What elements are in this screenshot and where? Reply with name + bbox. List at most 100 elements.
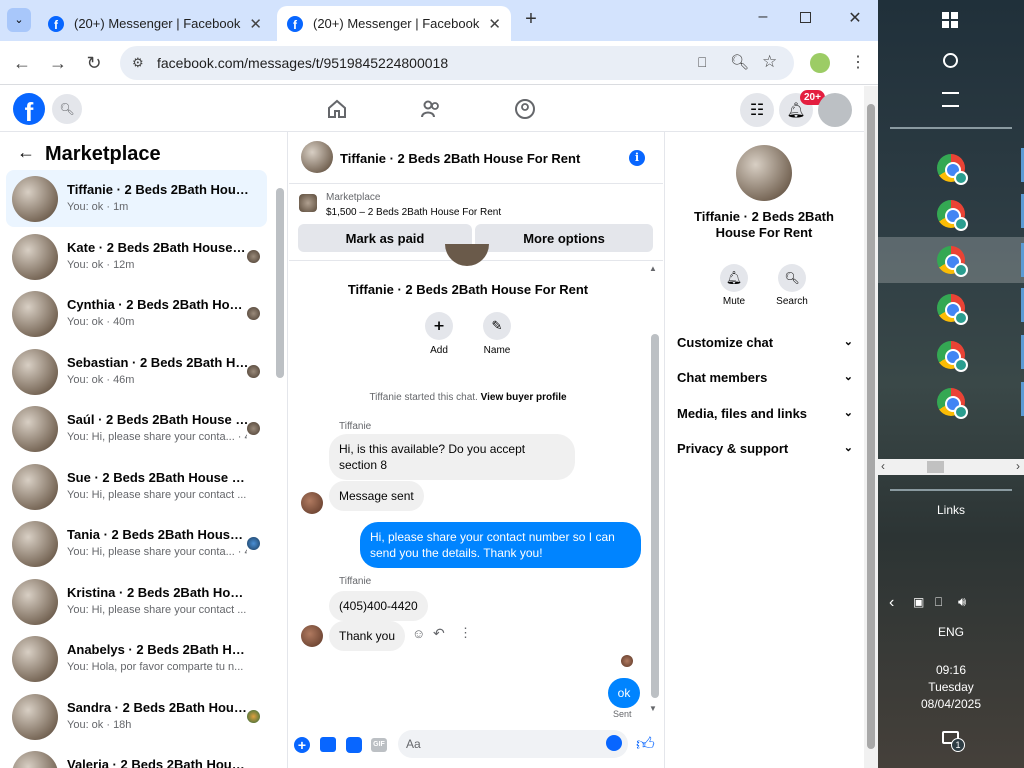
chrome-taskbar-button[interactable]	[878, 194, 1024, 234]
message-bubble-outgoing[interactable]: Hi, please share your contact number so …	[360, 522, 641, 568]
add-person-icon[interactable]: ➕︎	[425, 312, 453, 340]
bookmark-star-icon[interactable]: ☆	[762, 52, 777, 72]
forward-icon[interactable]: →	[46, 51, 70, 75]
meet-now-icon[interactable]: ▣	[913, 595, 924, 609]
new-tab-button[interactable]: +	[520, 8, 542, 30]
listing-thumbnail[interactable]	[299, 194, 317, 212]
conversation-item[interactable]: Kate · 2 Beds 2Bath House For Rent You: …	[6, 228, 267, 285]
attach-photo-icon[interactable]	[320, 737, 336, 752]
react-emoji-icon[interactable]: ☺	[412, 626, 425, 641]
tab-close-icon[interactable]: ✕	[249, 15, 262, 33]
page-scrollbar[interactable]	[864, 86, 878, 768]
more-options-button[interactable]: More options	[475, 224, 653, 252]
friends-icon[interactable]	[420, 98, 442, 120]
menu-grid-icon[interactable]: ☷	[740, 93, 774, 127]
clock-day[interactable]: Tuesday	[878, 680, 1024, 694]
more-actions-icon[interactable]: ⋮	[459, 625, 472, 641]
groups-icon[interactable]	[514, 98, 536, 120]
site-info-icon[interactable]: ⚙	[132, 55, 144, 71]
more-actions-plus-icon[interactable]: +	[294, 737, 310, 753]
install-app-icon[interactable]: ⎕	[698, 54, 706, 71]
sender-avatar[interactable]	[301, 625, 323, 647]
privacy-support-row[interactable]: Privacy & support ⌄	[677, 441, 853, 456]
network-icon[interactable]: ⎕	[935, 595, 942, 610]
conversation-item[interactable]: Saúl · 2 Beds 2Bath House For Rent You: …	[6, 400, 267, 457]
search-icon[interactable]: 🔍︎	[52, 94, 82, 124]
address-bar[interactable]: ⚙ facebook.com/messages/t/95198452248000…	[120, 46, 794, 80]
browser-menu-icon[interactable]: ⋮	[850, 52, 866, 72]
scroll-right-icon[interactable]: ›	[1016, 459, 1020, 473]
gif-icon[interactable]: GIF	[371, 738, 387, 752]
info-icon[interactable]: i	[629, 150, 645, 166]
conversation-item[interactable]: Sandra · 2 Beds 2Bath House For Rent You…	[6, 688, 267, 745]
home-icon[interactable]	[326, 98, 348, 120]
chat-scrollbar[interactable]	[651, 334, 659, 698]
chrome-taskbar-button[interactable]	[878, 148, 1024, 188]
customize-chat-row[interactable]: Customize chat ⌄	[677, 335, 853, 350]
browser-tab[interactable]: f (20+) Messenger | Facebook ✕	[38, 6, 272, 41]
sender-avatar[interactable]	[301, 492, 323, 514]
chrome-taskbar-button[interactable]	[878, 288, 1024, 328]
message-bubble-outgoing[interactable]: ok	[608, 678, 640, 708]
conversation-item[interactable]: Cynthia · 2 Beds 2Bath House For Rent Yo…	[6, 285, 267, 342]
sticker-icon[interactable]	[346, 737, 362, 753]
scroll-down-arrow-icon[interactable]: ▼	[649, 704, 657, 713]
minimize-window-button[interactable]: –	[753, 8, 773, 28]
page-scrollbar-thumb[interactable]	[867, 104, 875, 749]
clock-time[interactable]: 09:16	[878, 663, 1024, 677]
media-files-links-row[interactable]: Media, files and links ⌄	[677, 406, 853, 421]
conversation-item[interactable]: Anabelys · 2 Beds 2Bath House For Rent Y…	[6, 630, 267, 687]
restore-window-button[interactable]	[800, 12, 811, 23]
url-text[interactable]: facebook.com/messages/t/9519845224800018	[157, 55, 448, 71]
conversation-item[interactable]: Valeria · 2 Beds 2Bath House For Rent	[6, 745, 267, 768]
input-language[interactable]: ENG	[878, 625, 1024, 639]
conversation-item[interactable]: Tania · 2 Beds 2Bath House For Rent You:…	[6, 515, 267, 572]
reload-icon[interactable]: ↻	[82, 51, 106, 75]
message-bubble-incoming[interactable]: Thank you	[329, 621, 406, 651]
account-avatar[interactable]	[818, 93, 852, 127]
conversation-item[interactable]: Tiffanie · 2 Beds 2Bath House For Rent Y…	[6, 170, 267, 227]
taskbar-scrollbar[interactable]: ‹ ›	[878, 459, 1024, 475]
mute-bell-icon[interactable]: 🔔︎	[720, 264, 748, 292]
conversation-list-scrollbar[interactable]	[276, 188, 284, 378]
chat-header-avatar[interactable]	[301, 141, 333, 173]
links-toolbar[interactable]: Links	[878, 503, 1024, 517]
message-bubble-incoming[interactable]: (405)400-4420	[329, 591, 428, 621]
reply-icon[interactable]: ↶	[433, 625, 445, 642]
chat-members-row[interactable]: Chat members ⌄	[677, 370, 853, 385]
close-window-button[interactable]: ✕	[845, 8, 865, 28]
task-view-icon[interactable]	[942, 92, 959, 107]
show-hidden-icons-chevron-icon[interactable]: ‹	[889, 594, 894, 612]
back-icon[interactable]: ←	[10, 51, 34, 75]
conversation-item[interactable]: Kristina · 2 Beds 2Bath House For Rent Y…	[6, 573, 267, 630]
tab-search-button[interactable]: ⌄	[7, 8, 31, 32]
chat-header-title[interactable]: Tiffanie · 2 Beds 2Bath House For Rent	[340, 151, 580, 166]
conversation-item[interactable]: Sue · 2 Beds 2Bath House For Rent You: H…	[6, 458, 267, 515]
facebook-logo-icon[interactable]: f	[13, 93, 45, 125]
scroll-thumb[interactable]	[927, 461, 944, 473]
chrome-taskbar-button-active[interactable]	[878, 237, 1024, 283]
browser-tab-active[interactable]: f (20+) Messenger | Facebook ✕	[277, 6, 511, 41]
chrome-taskbar-button[interactable]	[878, 382, 1024, 422]
message-bubble-incoming[interactable]: Hi, is this available? Do you accept sec…	[329, 434, 575, 480]
thumbs-up-icon[interactable]: 👍︎	[636, 733, 655, 755]
zoom-icon[interactable]: 🔍︎	[730, 53, 749, 71]
message-bubble-incoming[interactable]: Message sent	[329, 481, 424, 511]
message-composer-input[interactable]: Aa	[398, 730, 628, 758]
edit-name-icon[interactable]: ✎	[483, 312, 511, 340]
clock-date[interactable]: 08/04/2025	[878, 697, 1024, 711]
cortana-search-icon[interactable]	[943, 53, 958, 68]
chrome-taskbar-button[interactable]	[878, 335, 1024, 375]
back-arrow-icon[interactable]: ←	[17, 142, 35, 163]
search-conversation-icon[interactable]: 🔍︎	[778, 264, 806, 292]
scroll-up-arrow-icon[interactable]: ▲	[649, 264, 657, 273]
volume-icon[interactable]: 🔊︎	[958, 594, 966, 610]
windows-start-icon[interactable]	[942, 12, 958, 28]
conversation-item[interactable]: Sebastian · 2 Beds 2Bath House For Rent …	[6, 343, 267, 400]
info-avatar[interactable]	[736, 145, 792, 201]
view-buyer-profile-link[interactable]: View buyer profile	[481, 392, 567, 403]
scroll-left-icon[interactable]: ‹	[881, 459, 885, 473]
profile-avatar-icon[interactable]	[810, 53, 830, 73]
tab-close-icon[interactable]: ✕	[488, 15, 501, 33]
emoji-picker-icon[interactable]	[606, 735, 622, 751]
